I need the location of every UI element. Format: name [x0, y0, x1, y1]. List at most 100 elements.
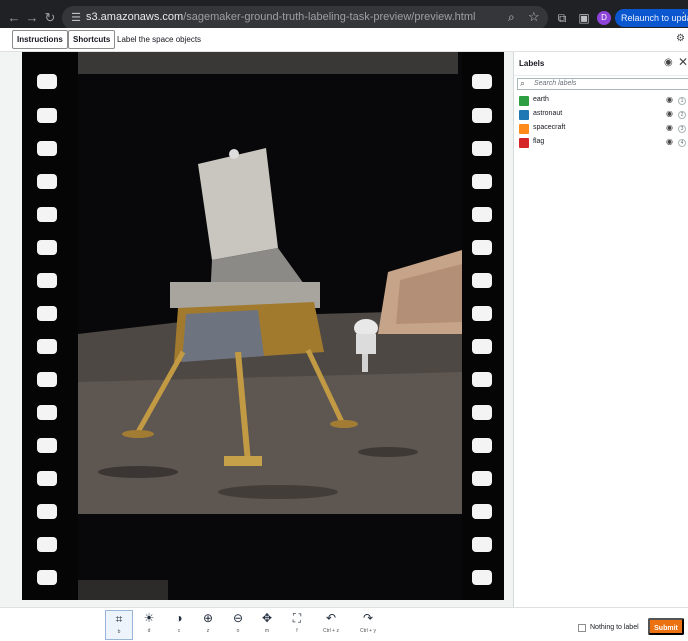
- tool-shortcut: c: [177, 628, 181, 634]
- sprocket-hole: [472, 537, 492, 552]
- address-bar[interactable]: ☰ s3.amazonaws.com/sagemaker-ground-trut…: [62, 6, 548, 30]
- visibility-eye-icon[interactable]: ◉: [666, 137, 673, 146]
- sprocket-hole: [37, 372, 57, 387]
- labels-panel-title: Labels: [519, 59, 545, 68]
- sprocket-hole: [37, 339, 57, 354]
- tool-bar: ⌗ b ☀ d ◑ c ⊕ z ⊖ o ✥ m ⛶ f ↶ Ctrl + z ↷…: [0, 607, 688, 641]
- visibility-eye-icon[interactable]: ◉: [666, 109, 673, 118]
- tool-shortcut: f: [296, 628, 298, 634]
- move-tool-button[interactable]: ✥ m: [253, 610, 281, 640]
- contrast-tool-button[interactable]: ◑ c: [165, 610, 193, 640]
- tool-shortcut: b: [117, 629, 121, 635]
- zoom-in-icon: ⊕: [202, 611, 214, 625]
- toggle-all-visibility-eye-icon[interactable]: ◉: [664, 57, 673, 68]
- label-item-spacecraft[interactable]: spacecraft ◉ 3: [514, 122, 688, 136]
- brightness-tool-button[interactable]: ☀ d: [135, 610, 163, 640]
- tool-shortcut: Ctrl + y: [360, 628, 376, 634]
- label-shortcut-key: 4: [678, 139, 686, 147]
- sprocket-hole: [37, 273, 57, 288]
- canvas-area[interactable]: [0, 52, 513, 607]
- brightness-icon: ☀: [143, 611, 155, 625]
- labeling-image[interactable]: [22, 52, 504, 600]
- browser-menu-icon[interactable]: ⋮: [678, 10, 688, 23]
- sprocket-hole: [37, 74, 57, 89]
- task-title: Label the space objects: [117, 35, 202, 44]
- sprocket-hole: [37, 108, 57, 123]
- sprocket-hole: [37, 207, 57, 222]
- tool-shortcut: o: [236, 628, 240, 634]
- forward-icon[interactable]: →: [24, 10, 40, 26]
- url-path: /sagemaker-ground-truth-labeling-task-pr…: [183, 11, 476, 23]
- sprocket-hole: [472, 570, 492, 585]
- sprocket-hole: [37, 570, 57, 585]
- label-shortcut-key: 3: [678, 125, 686, 133]
- sprocket-hole: [37, 240, 57, 255]
- sprocket-hole: [472, 504, 492, 519]
- settings-icon[interactable]: ⚙: [676, 33, 685, 44]
- sprocket-hole: [37, 438, 57, 453]
- sprocket-hole: [472, 240, 492, 255]
- move-icon: ✥: [261, 611, 273, 625]
- zoom-in-tool-button[interactable]: ⊕ z: [194, 610, 222, 640]
- sprocket-hole: [472, 405, 492, 420]
- url-text: s3.amazonaws.com/sagemaker-ground-truth-…: [86, 11, 475, 23]
- tool-shortcut: d: [147, 628, 151, 634]
- extensions-icon[interactable]: ⧉: [554, 10, 570, 26]
- sprocket-hole: [472, 108, 492, 123]
- sprocket-hole: [472, 471, 492, 486]
- label-name: flag: [533, 138, 545, 145]
- sprocket-hole: [37, 141, 57, 156]
- zoom-indicator-icon[interactable]: ⌕: [508, 10, 515, 25]
- fit-icon: ⛶: [292, 611, 302, 625]
- labels-panel: Labels ◉ ✕ ⌕ Search labels earth ◉ 1 ast…: [513, 52, 688, 607]
- submit-button[interactable]: Submit: [648, 618, 684, 635]
- sprocket-hole: [37, 174, 57, 189]
- side-panel-icon[interactable]: ▣: [576, 10, 592, 26]
- sprocket-hole: [472, 339, 492, 354]
- contrast-icon: ◑: [175, 611, 183, 625]
- close-panel-icon[interactable]: ✕: [678, 55, 688, 69]
- sprocket-hole: [37, 306, 57, 321]
- label-color-swatch: [519, 138, 529, 148]
- label-item-earth[interactable]: earth ◉ 1: [514, 94, 688, 108]
- sprocket-hole: [472, 74, 492, 89]
- site-settings-icon[interactable]: ☰: [68, 10, 84, 26]
- fit-tool-button[interactable]: ⛶ f: [283, 610, 311, 640]
- tool-shortcut: z: [206, 628, 210, 634]
- undo-icon: ↶: [325, 611, 337, 625]
- back-icon[interactable]: ←: [6, 10, 22, 26]
- zoom-out-icon: ⊖: [232, 611, 244, 625]
- instructions-button[interactable]: Instructions: [12, 30, 68, 49]
- redo-icon: ↷: [362, 611, 374, 625]
- label-color-swatch: [519, 124, 529, 134]
- reload-icon[interactable]: ↻: [42, 10, 58, 26]
- label-color-swatch: [519, 96, 529, 106]
- label-name: spacecraft: [533, 124, 566, 131]
- undo-tool-button[interactable]: ↶ Ctrl + z: [317, 610, 345, 640]
- search-labels-input[interactable]: ⌕ Search labels: [517, 78, 688, 90]
- sprocket-hole: [472, 141, 492, 156]
- checkbox-box[interactable]: [578, 624, 586, 632]
- redo-tool-button[interactable]: ↷ Ctrl + y: [354, 610, 382, 640]
- shortcuts-button[interactable]: Shortcuts: [68, 30, 116, 49]
- visibility-eye-icon[interactable]: ◉: [666, 123, 673, 132]
- sprocket-hole: [472, 438, 492, 453]
- profile-avatar[interactable]: D: [597, 11, 611, 25]
- bounding-box-tool-button[interactable]: ⌗ b: [105, 610, 133, 640]
- label-name: astronaut: [533, 110, 563, 117]
- bounding-box-icon: ⌗: [115, 612, 123, 626]
- bookmark-star-icon[interactable]: ☆: [528, 9, 540, 25]
- sprocket-hole: [472, 372, 492, 387]
- sprocket-hole: [472, 273, 492, 288]
- zoom-out-tool-button[interactable]: ⊖ o: [224, 610, 252, 640]
- visibility-eye-icon[interactable]: ◉: [666, 95, 673, 104]
- sprocket-hole: [37, 405, 57, 420]
- lunar-scene-photo: [78, 52, 462, 600]
- sprocket-hole: [37, 471, 57, 486]
- label-item-astronaut[interactable]: astronaut ◉ 2: [514, 108, 688, 122]
- tool-shortcut: Ctrl + z: [323, 628, 339, 634]
- label-shortcut-key: 2: [678, 111, 686, 119]
- label-item-flag[interactable]: flag ◉ 4: [514, 136, 688, 150]
- search-icon: ⌕: [520, 78, 526, 88]
- sprocket-hole: [472, 174, 492, 189]
